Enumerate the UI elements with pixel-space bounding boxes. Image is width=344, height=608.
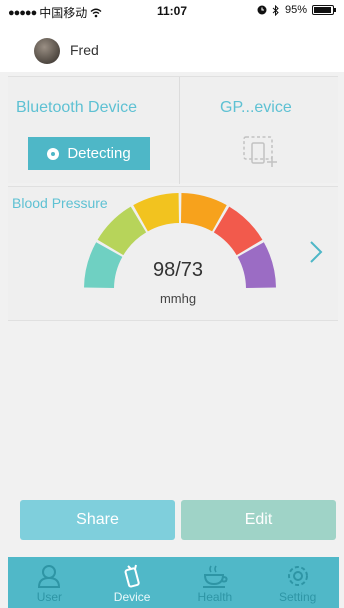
device-icon bbox=[124, 564, 140, 588]
edit-button[interactable]: Edit bbox=[181, 500, 336, 540]
battery-percent: 95% bbox=[284, 4, 307, 16]
status-bar: ●●●●● 中国移动 11:07 95% bbox=[0, 0, 344, 22]
record-icon bbox=[47, 147, 60, 160]
gear-icon bbox=[287, 566, 308, 586]
tab-user-label: User bbox=[36, 590, 63, 604]
avatar[interactable] bbox=[34, 38, 60, 64]
tab-device[interactable]: Device bbox=[91, 557, 174, 608]
device-panel: Bluetooth Device Detecting GP...evice bbox=[8, 76, 338, 184]
panel-divider bbox=[179, 77, 180, 184]
user-header: Fred bbox=[0, 22, 344, 72]
blood-pressure-value: 98/73 bbox=[152, 259, 204, 281]
battery-icon bbox=[312, 5, 336, 15]
detecting-button[interactable]: Detecting bbox=[28, 137, 150, 170]
status-indicators: 95% bbox=[257, 4, 336, 16]
bluetooth-device-title[interactable]: Bluetooth Device bbox=[16, 99, 137, 117]
chevron-right-icon[interactable] bbox=[308, 239, 324, 265]
battery-level-fill bbox=[314, 7, 332, 13]
user-icon bbox=[38, 565, 61, 588]
blood-pressure-panel: Blood Pressure 98/73 mmhg bbox=[8, 186, 338, 321]
detecting-label: Detecting bbox=[67, 145, 131, 162]
alarm-icon bbox=[257, 5, 267, 15]
tab-health[interactable]: Health bbox=[174, 557, 257, 608]
add-device-icon[interactable] bbox=[243, 135, 281, 171]
blood-pressure-unit: mmhg bbox=[159, 291, 197, 306]
tab-setting[interactable]: Setting bbox=[256, 557, 339, 608]
gps-device-title[interactable]: GP...evice bbox=[220, 99, 292, 117]
tab-user[interactable]: User bbox=[8, 557, 91, 608]
bluetooth-icon bbox=[272, 4, 279, 16]
share-button[interactable]: Share bbox=[20, 500, 175, 540]
health-icon bbox=[202, 565, 228, 588]
tab-health-label: Health bbox=[197, 590, 233, 604]
tab-setting-label: Setting bbox=[278, 590, 317, 604]
user-name[interactable]: Fred bbox=[70, 42, 99, 58]
tab-bar: User Device Health Setting bbox=[8, 557, 339, 608]
tab-device-label: Device bbox=[113, 590, 151, 604]
